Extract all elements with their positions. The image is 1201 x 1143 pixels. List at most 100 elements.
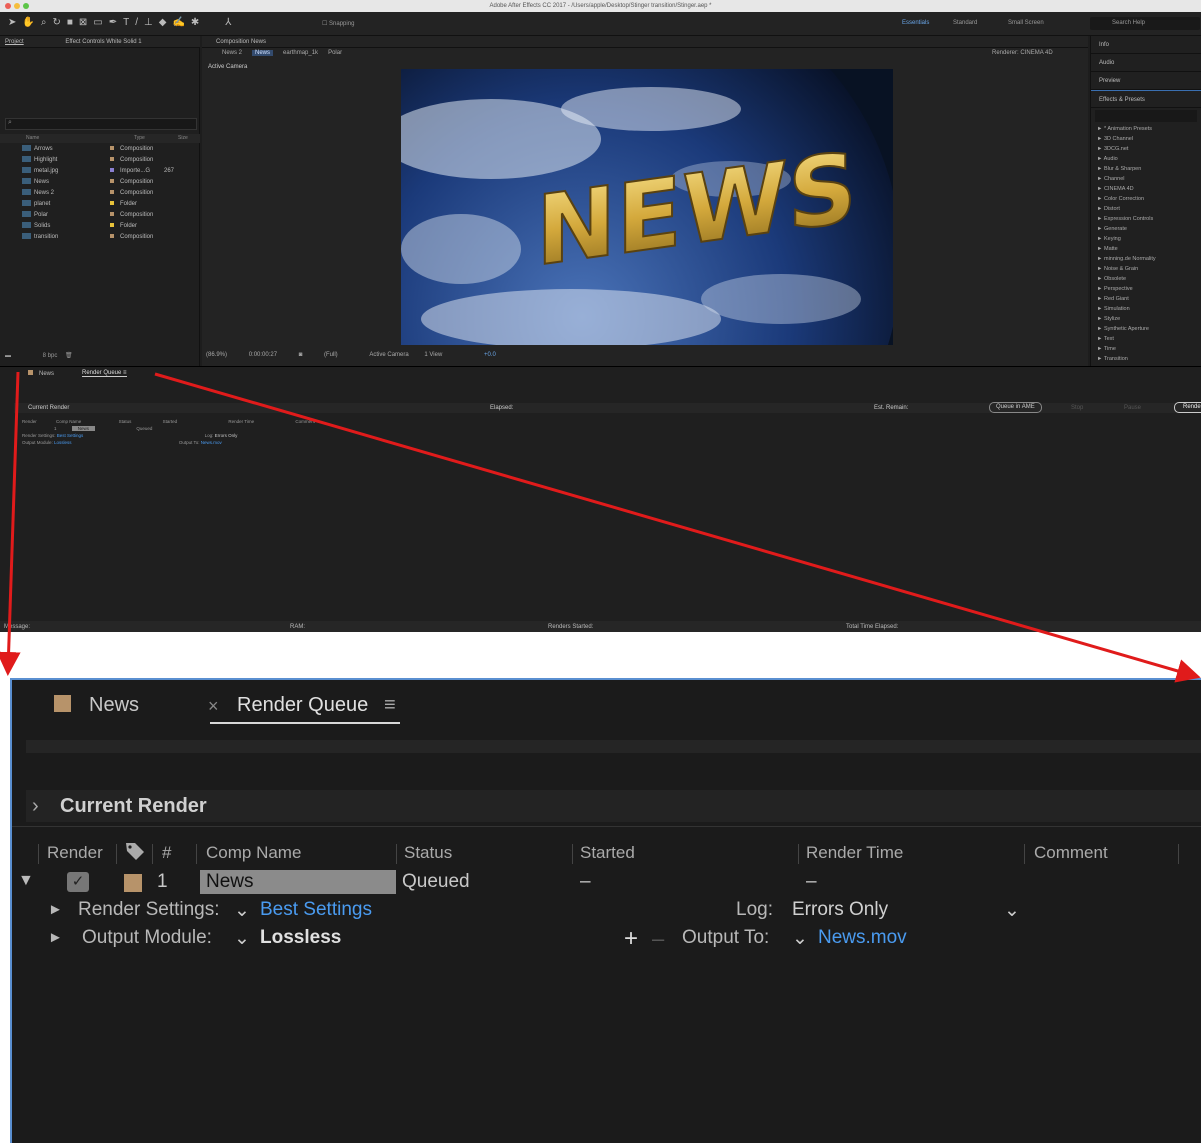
effects-category[interactable]: ► Time [1091,344,1201,354]
effects-category[interactable]: ► CINEMA 4D [1091,184,1201,194]
clone-tool-icon[interactable]: ⊥ [144,18,153,28]
column-number[interactable]: # [162,843,171,863]
small-queue-item-row[interactable]: 1 News Queued [22,426,382,433]
label-color-swatch[interactable] [110,190,114,195]
project-item[interactable]: Polar Composition [0,210,200,220]
audio-panel-tab[interactable]: Audio [1091,54,1201,72]
camera-dropdown[interactable]: Active Camera [369,352,408,358]
rotate-tool-icon[interactable]: ↻ [52,18,60,28]
add-output-module-icon[interactable]: + [624,925,638,953]
column-name[interactable]: Name [26,135,39,141]
workspace-small-screen[interactable]: Small Screen [1008,20,1044,26]
close-tab-icon[interactable]: × [208,696,219,717]
item-comp-name[interactable]: News [200,870,396,894]
tab-effect-controls[interactable]: Effect Controls White Solid 1 [25,39,141,45]
effects-category[interactable]: ► Generate [1091,224,1201,234]
search-help-field[interactable]: Search Help [1090,17,1200,30]
panel-menu-icon[interactable]: ≡ [384,694,396,717]
eraser-tool-icon[interactable]: ◆ [159,18,167,28]
workspace-standard[interactable]: Standard [953,20,977,26]
breadcrumb-news-2[interactable]: News 2 [222,50,242,56]
tab-news[interactable]: News [54,694,139,717]
effects-category[interactable]: ► Channel [1091,174,1201,184]
render-settings-value[interactable]: Best Settings [260,899,372,921]
project-item[interactable]: planet Folder [0,199,200,209]
project-item[interactable]: News Composition [0,177,200,187]
label-color-box[interactable] [124,874,142,892]
label-color-swatch[interactable] [110,168,114,173]
output-to-dropdown-icon[interactable]: ⌄ [792,927,808,950]
small-log-value[interactable]: Errors Only [215,433,238,438]
effects-category[interactable]: ► Blur & Sharpen [1091,164,1201,174]
effects-category[interactable]: ► Audio [1091,154,1201,164]
camera-tool-icon[interactable]: ■ [67,18,73,28]
effects-category[interactable]: ► Perspective [1091,284,1201,294]
effects-category[interactable]: ► Obsolete [1091,274,1201,284]
queue-in-ame-button[interactable]: Queue in AME [989,402,1042,413]
selection-tool-icon[interactable]: ➤ [8,18,16,28]
project-item[interactable]: News 2 Composition [0,188,200,198]
bpc-indicator[interactable]: 8 bpc [43,353,58,359]
expand-render-settings-icon[interactable]: ► [48,901,63,918]
zoom-tool-icon[interactable]: ⌕ [41,18,47,28]
effects-category[interactable]: ► Distort [1091,204,1201,214]
effects-category[interactable]: ► Red Giant [1091,294,1201,304]
output-module-dropdown-icon[interactable]: ⌄ [234,927,250,950]
workspace-essentials[interactable]: Essentials [902,20,929,26]
effects-category[interactable]: ► Simulation [1091,304,1201,314]
output-to-value[interactable]: News.mov [818,927,907,949]
puppet-tool-icon[interactable]: ✱ [191,18,199,28]
effects-category[interactable]: ► Noise & Grain [1091,264,1201,274]
label-color-swatch[interactable] [110,223,114,228]
renderer-selector[interactable]: Renderer: CINEMA 4D [992,50,1053,56]
tab-project[interactable]: Project [0,39,24,45]
type-tool-icon[interactable]: T [123,18,129,28]
small-render-settings-value[interactable]: Best Settings [57,433,84,438]
effects-presets-tab[interactable]: Effects & Presets [1091,90,1201,108]
output-module-value[interactable]: Lossless [260,927,341,949]
small-tab-render-queue[interactable]: Render Queue ≡ [82,370,127,377]
column-started[interactable]: Started [580,843,635,863]
expand-item-icon[interactable]: ▼ [18,872,34,890]
exposure-value[interactable]: +0.0 [484,352,496,358]
effects-category[interactable]: ► * Animation Presets [1091,124,1201,134]
view-layout-dropdown[interactable]: 1 View [424,352,442,358]
pan-behind-tool-icon[interactable]: ⊠ [79,18,87,28]
render-checkbox[interactable]: ✓ [67,872,89,892]
expand-current-render-icon[interactable]: › [32,790,39,822]
breadcrumb-news[interactable]: News [252,50,274,56]
small-output-to-value[interactable]: News.mov [201,440,222,445]
effects-search-input[interactable] [1095,110,1197,122]
composition-tab[interactable]: Composition News [202,39,266,45]
snapping-checkbox[interactable]: ☐ Snapping [322,20,354,27]
zoom-window-button[interactable] [23,3,29,9]
project-item[interactable]: Solids Folder [0,221,200,231]
column-comment[interactable]: Comment [1034,843,1108,863]
effects-category[interactable]: ► Expression Controls [1091,214,1201,224]
effects-category[interactable]: ► Stylize [1091,314,1201,324]
remove-output-module-icon[interactable]: – [652,926,664,952]
expand-output-module-icon[interactable]: ► [48,929,63,946]
project-item[interactable]: metal.jpg Importe...G 267 [0,166,200,176]
project-item[interactable]: Highlight Composition [0,155,200,165]
column-render[interactable]: Render [47,843,103,863]
stop-button[interactable]: Stop [1071,403,1083,413]
minimize-window-button[interactable] [14,3,20,9]
timecode[interactable]: 0:00:00:27 [249,352,277,358]
composition-viewer[interactable]: NEWS [401,69,893,345]
label-color-swatch[interactable] [110,201,114,206]
tab-render-queue[interactable]: Render Queue [237,694,368,717]
breadcrumb-polar[interactable]: Polar [328,50,342,56]
label-color-swatch[interactable] [110,234,114,239]
effects-category[interactable]: ► Color Correction [1091,194,1201,204]
close-window-button[interactable] [5,3,11,9]
effects-category[interactable]: ► Keying [1091,234,1201,244]
hand-tool-icon[interactable]: ✋ [22,18,34,28]
rectangle-tool-icon[interactable]: ▭ [93,18,102,28]
column-type[interactable]: Type [134,135,145,141]
pause-button[interactable]: Pause [1124,403,1141,413]
label-tag-icon[interactable] [124,841,146,866]
log-dropdown[interactable]: Errors Only [792,899,888,921]
effects-category[interactable]: ► Synthetic Aperture [1091,324,1201,334]
current-render-bar[interactable]: › Current Render [26,790,1201,822]
